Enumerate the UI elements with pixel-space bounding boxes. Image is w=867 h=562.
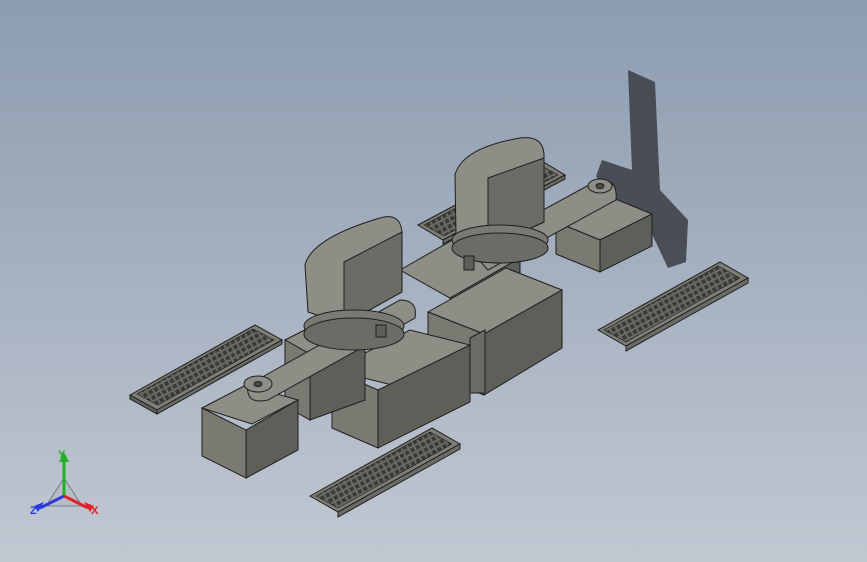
3d-viewport[interactable]: Y X Z bbox=[0, 0, 867, 562]
feeder-tray-right[interactable] bbox=[596, 261, 750, 352]
x-axis-label: X bbox=[91, 505, 99, 517]
robot-right-column[interactable] bbox=[451, 137, 549, 271]
scara-assembly-model[interactable] bbox=[0, 0, 867, 562]
pedestal-left[interactable] bbox=[200, 384, 300, 479]
y-axis-label: Y bbox=[58, 449, 66, 461]
robot-left-column[interactable] bbox=[303, 216, 405, 351]
z-axis-label: Z bbox=[30, 505, 37, 517]
